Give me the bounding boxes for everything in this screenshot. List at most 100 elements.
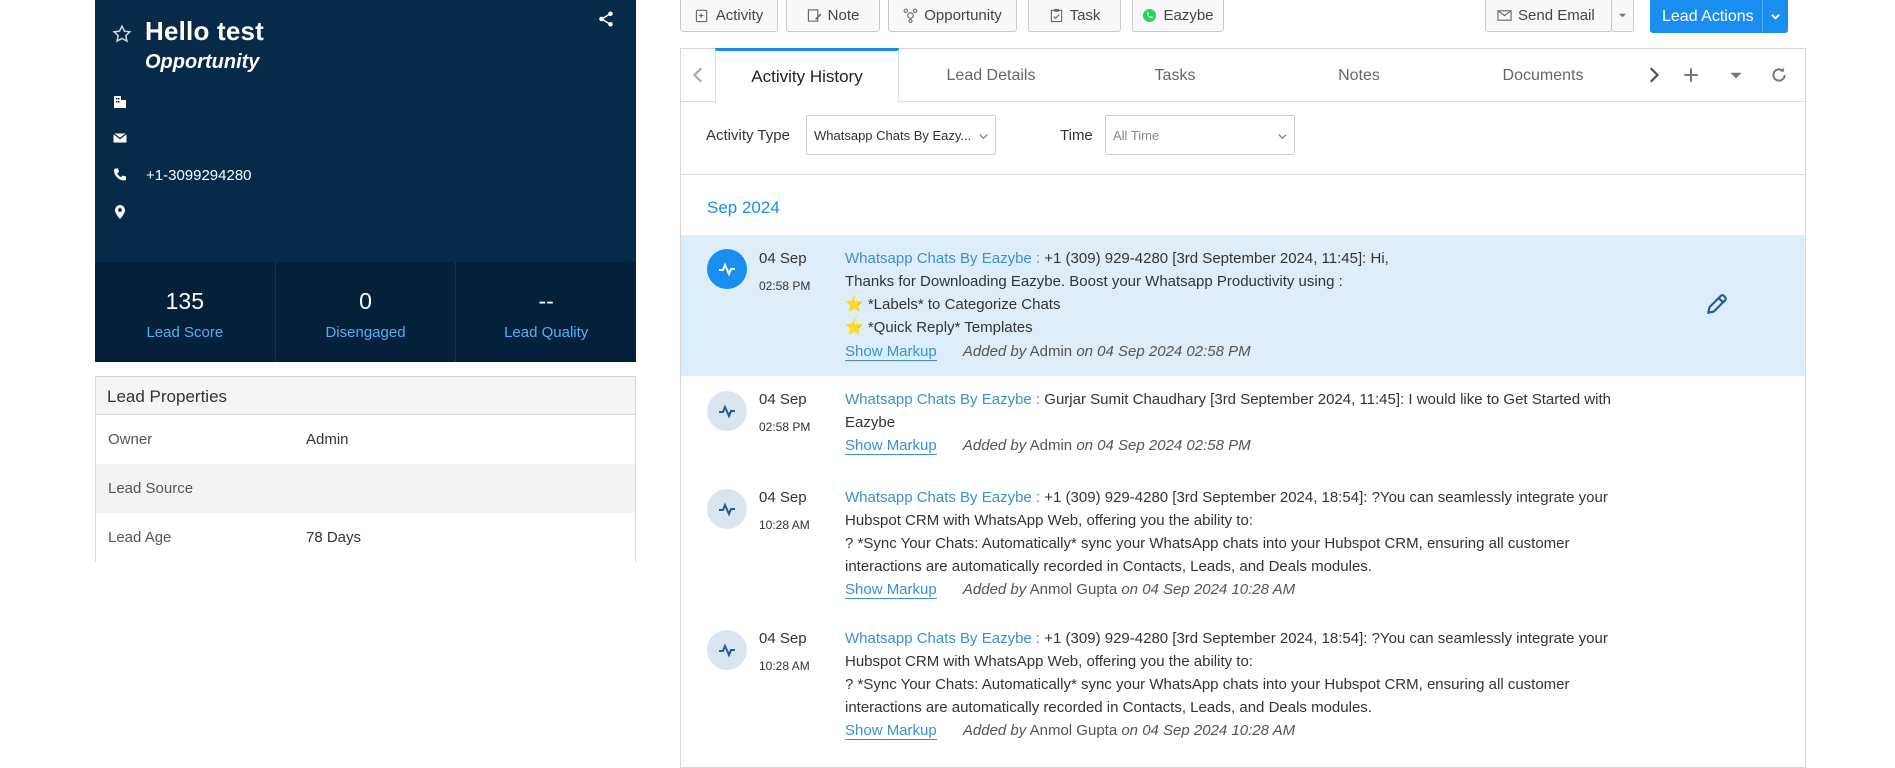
activity-pulse-icon — [707, 489, 747, 529]
show-markup-link[interactable]: Show Markup — [845, 722, 937, 740]
tab-documents[interactable]: Documents — [1451, 49, 1635, 102]
stat-value: 0 — [359, 288, 372, 314]
activity-line: Hubspot CRM with WhatsApp Web, offering … — [845, 512, 1253, 529]
activity-pulse-icon — [707, 249, 747, 289]
activity-type-link[interactable]: Whatsapp Chats By Eazybe : — [845, 250, 1040, 267]
lead-properties-list: Owner Admin Lead Source Lead Age 78 Days — [96, 415, 635, 562]
stat-value: -- — [538, 288, 554, 314]
lead-profile-card: Hello test Opportunity +1-3099294280 135 — [95, 0, 636, 362]
activity-item[interactable]: 04 Sep 10:28 AM Whatsapp Chats By Eazybe… — [681, 475, 1805, 615]
activity-line: Gurjar Sumit Chaudhary [3rd September 20… — [1044, 391, 1611, 408]
month-heading: Sep 2024 — [707, 198, 780, 217]
added-on: on 04 Sep 2024 02:58 PM — [1076, 437, 1251, 454]
whatsapp-icon — [1143, 8, 1157, 23]
lead-properties-panel: Lead Properties Owner Admin Lead Source … — [95, 376, 636, 562]
tab-activity-history[interactable]: Activity History — [715, 48, 899, 102]
stat-label: Disengaged — [325, 324, 406, 341]
stat-disengaged[interactable]: 0 Disengaged — [274, 262, 456, 362]
chevron-right-icon[interactable] — [1643, 65, 1663, 85]
activity-date: 04 Sep — [759, 489, 807, 506]
add-activity-button[interactable]: Activity — [680, 0, 778, 32]
refresh-icon[interactable] — [1769, 65, 1789, 85]
activity-text: Whatsapp Chats By Eazybe : +1 (309) 929-… — [845, 627, 1665, 719]
activity-text: Whatsapp Chats By Eazybe : Gurjar Sumit … — [845, 388, 1665, 434]
activity-time: 02:58 PM — [759, 279, 811, 293]
stat-lead-quality[interactable]: -- Lead Quality — [455, 262, 636, 362]
property-key: Owner — [108, 431, 153, 448]
stat-lead-score[interactable]: 135 Lead Score — [95, 262, 275, 362]
property-row-lead-source: Lead Source — [96, 464, 635, 513]
activity-line: +1 (309) 929-4280 [3rd September 2024, 1… — [1044, 630, 1608, 647]
activity-item[interactable]: 04 Sep 02:58 PM Whatsapp Chats By Eazybe… — [681, 377, 1805, 473]
activity-date: 04 Sep — [759, 250, 807, 267]
tab-label: Lead Details — [946, 66, 1036, 84]
activity-meta: Show Markup Added by Admin on 04 Sep 202… — [845, 343, 1251, 361]
activity-type-link[interactable]: Whatsapp Chats By Eazybe : — [845, 489, 1040, 506]
lead-name: Hello test — [145, 16, 265, 46]
tab-label: Notes — [1338, 66, 1380, 84]
pencil-icon[interactable] — [1704, 291, 1730, 317]
property-value: Admin — [306, 431, 349, 448]
property-row-owner: Owner Admin — [96, 415, 635, 464]
time-select[interactable]: All Time — [1105, 115, 1295, 155]
send-email-dropdown[interactable] — [1611, 0, 1634, 32]
activity-type-link[interactable]: Whatsapp Chats By Eazybe : — [845, 630, 1040, 647]
activity-pulse-icon — [707, 391, 747, 431]
chevron-down-icon — [979, 134, 988, 140]
phone-icon — [114, 168, 126, 181]
activity-item[interactable]: 04 Sep 10:28 AM Whatsapp Chats By Eazybe… — [681, 616, 1805, 756]
property-value: 78 Days — [306, 529, 362, 546]
chevron-down-icon[interactable] — [1762, 0, 1788, 33]
opportunity-icon — [903, 8, 918, 23]
activity-line: +1 (309) 929-4280 [3rd September 2024, 1… — [1044, 489, 1608, 506]
star-icon[interactable] — [112, 24, 132, 44]
lead-properties-title: Lead Properties — [96, 377, 635, 415]
tab-lead-details[interactable]: Lead Details — [899, 49, 1083, 102]
activity-type-label: Activity Type — [706, 127, 790, 144]
added-by: Added by Anmol Gupta on 04 Sep 2024 10:2… — [963, 581, 1295, 598]
stat-label: Lead Score — [146, 324, 224, 341]
show-markup-link[interactable]: Show Markup — [845, 437, 937, 455]
add-task-button[interactable]: Task — [1028, 0, 1121, 32]
note-icon — [807, 9, 821, 22]
add-opportunity-button[interactable]: Opportunity — [888, 0, 1017, 32]
added-by-user: Anmol Gupta — [1029, 722, 1118, 739]
added-by: Added by Admin on 04 Sep 2024 02:58 PM — [963, 343, 1251, 360]
property-key: Lead Source — [108, 480, 194, 497]
tab-notes[interactable]: Notes — [1267, 49, 1451, 102]
stat-label: Lead Quality — [504, 324, 589, 341]
activity-filters: Activity Type Whatsapp Chats By Eazy... … — [681, 103, 1805, 175]
activity-type-select[interactable]: Whatsapp Chats By Eazy... — [806, 115, 996, 155]
send-email-button[interactable]: Send Email — [1485, 0, 1612, 32]
activity-line: ⭐ *Quick Reply* Templates — [845, 319, 1033, 336]
caret-down-icon[interactable] — [1726, 65, 1746, 85]
location-pin-icon — [115, 205, 125, 219]
add-note-button[interactable]: Note — [786, 0, 880, 32]
activity-line: interactions are automatically recorded … — [845, 699, 1372, 716]
eazybe-button[interactable]: Eazybe — [1132, 0, 1224, 32]
added-by-prefix: Added by — [962, 343, 1027, 360]
activity-line: Eazybe — [845, 414, 896, 431]
activity-type-link[interactable]: Whatsapp Chats By Eazybe : — [845, 391, 1040, 408]
lead-phone[interactable]: +1-3099294280 — [146, 167, 252, 184]
envelope-icon — [1497, 10, 1512, 21]
email-row — [112, 128, 146, 148]
eazybe-label: Eazybe — [1163, 7, 1214, 24]
tab-tasks[interactable]: Tasks — [1083, 49, 1267, 102]
tab-label: Activity History — [751, 66, 863, 86]
activity-item[interactable]: 04 Sep 02:58 PM Whatsapp Chats By Eazybe… — [681, 235, 1805, 376]
lead-stats: 135 Lead Score 0 Disengaged -- Lead Qual… — [95, 262, 636, 362]
property-key: Lead Age — [108, 529, 172, 546]
lead-actions-button[interactable]: Lead Actions — [1650, 0, 1788, 33]
add-note-label: Note — [827, 7, 860, 24]
plus-icon[interactable] — [1681, 65, 1701, 85]
added-on: on 04 Sep 2024 10:28 AM — [1121, 722, 1296, 739]
show-markup-link[interactable]: Show Markup — [845, 343, 937, 361]
activity-pulse-icon — [707, 630, 747, 670]
tab-label: Tasks — [1154, 66, 1196, 84]
chevron-left-icon[interactable] — [689, 65, 709, 85]
share-icon[interactable] — [597, 10, 615, 28]
show-markup-link[interactable]: Show Markup — [845, 581, 937, 599]
add-task-label: Task — [1069, 7, 1101, 24]
added-by-prefix: Added by — [962, 722, 1027, 739]
